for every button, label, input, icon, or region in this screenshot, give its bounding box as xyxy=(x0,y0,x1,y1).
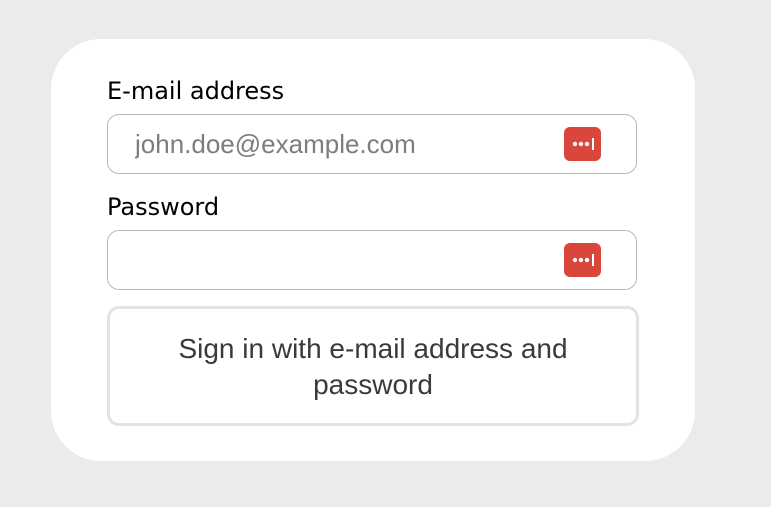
password-manager-icon[interactable] xyxy=(564,127,601,161)
password-label: Password xyxy=(107,193,220,221)
email-label: E-mail address xyxy=(107,77,285,105)
password-field-container[interactable] xyxy=(107,230,637,290)
sign-in-button[interactable]: Sign in with e-mail address and password xyxy=(107,306,639,426)
password-manager-icon[interactable] xyxy=(564,243,601,277)
email-field-container[interactable] xyxy=(107,114,637,174)
email-field[interactable] xyxy=(135,115,555,173)
password-field[interactable] xyxy=(135,231,555,289)
